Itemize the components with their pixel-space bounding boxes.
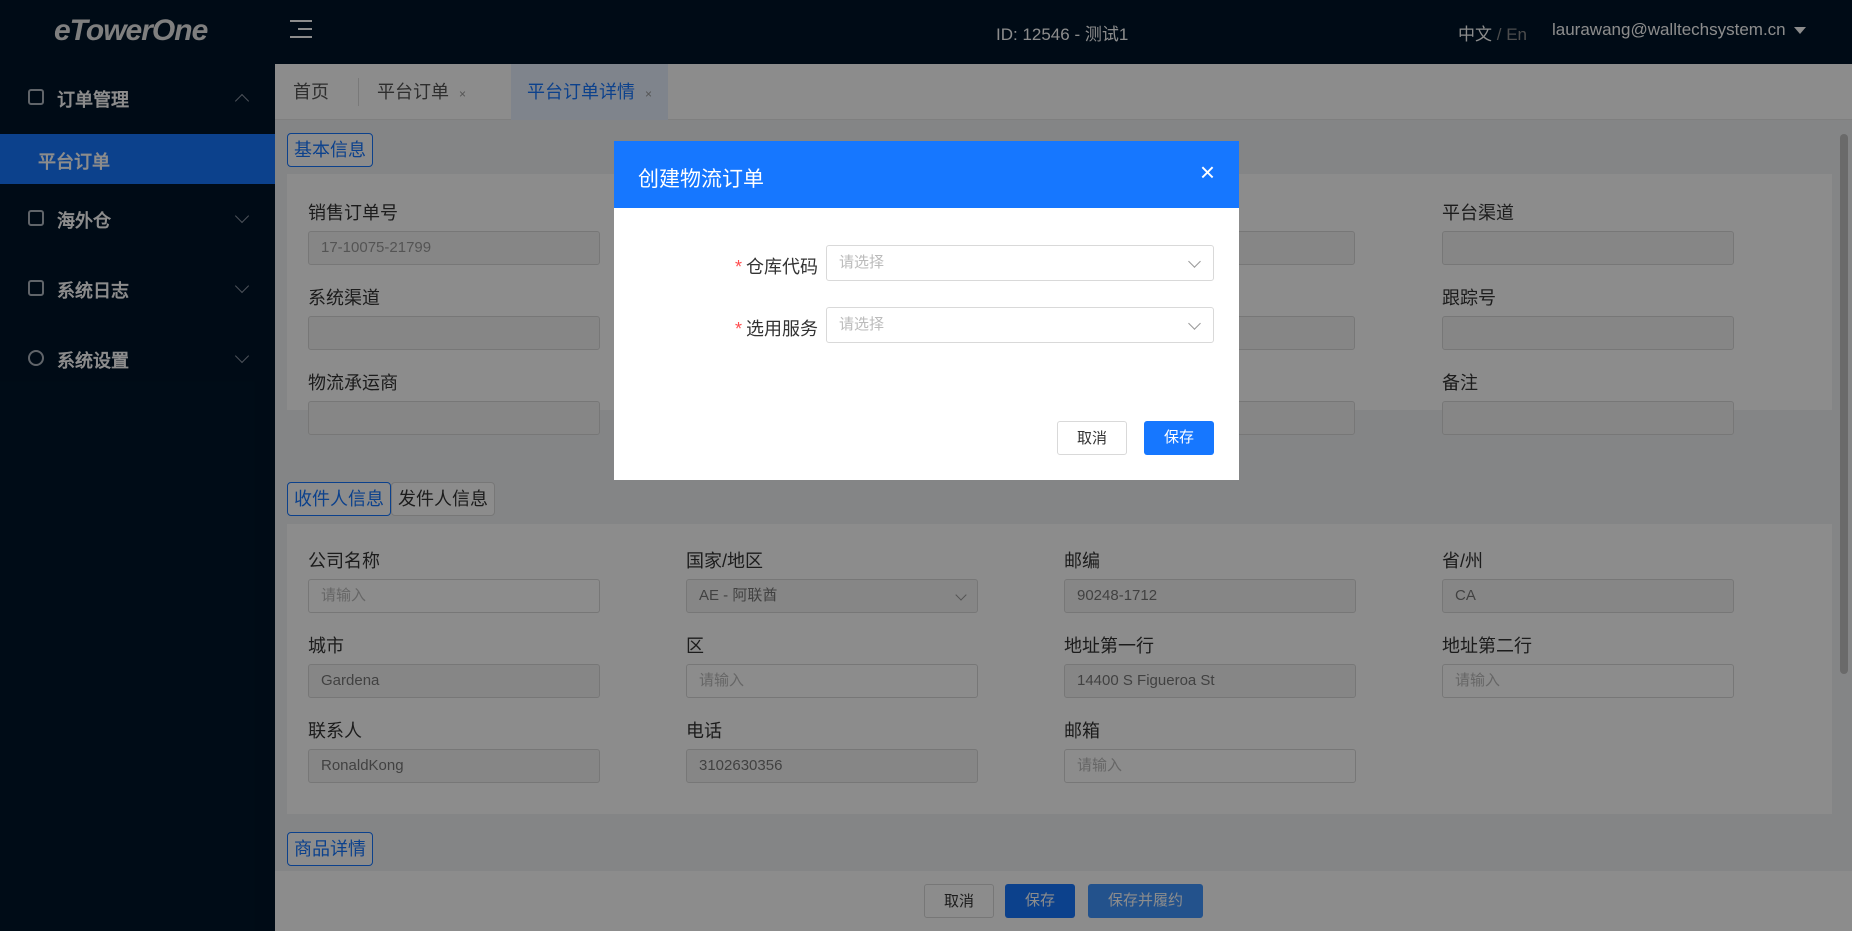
chevron-down-icon — [1188, 317, 1201, 330]
dialog-save-button[interactable]: 保存 — [1144, 421, 1214, 455]
dialog-header: 创建物流订单 × — [614, 141, 1239, 208]
close-icon[interactable]: × — [1200, 159, 1215, 185]
warehouse-code-label: * 仓库代码 — [735, 253, 818, 279]
required-mark: * — [735, 257, 743, 277]
create-logistics-order-dialog: 创建物流订单 × * 仓库代码 请选择 * 选用服务 请选择 取消 保存 — [614, 141, 1239, 480]
warehouse-code-placeholder: 请选择 — [839, 254, 885, 271]
service-label: * 选用服务 — [735, 315, 818, 341]
warehouse-code-label-text: 仓库代码 — [746, 257, 819, 277]
dialog-cancel-button[interactable]: 取消 — [1057, 421, 1127, 455]
warehouse-code-select[interactable]: 请选择 — [826, 245, 1214, 281]
dialog-title: 创建物流订单 — [638, 168, 764, 191]
required-mark: * — [735, 319, 743, 339]
service-select[interactable]: 请选择 — [826, 307, 1214, 343]
service-label-text: 选用服务 — [746, 319, 819, 339]
service-placeholder: 请选择 — [839, 316, 885, 333]
chevron-down-icon — [1188, 255, 1201, 268]
